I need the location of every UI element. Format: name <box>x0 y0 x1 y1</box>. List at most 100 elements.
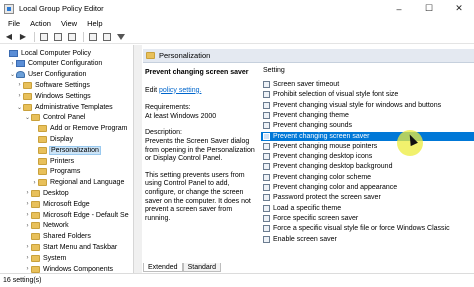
tree-item[interactable]: › Start Menu and Taskbar <box>24 242 117 252</box>
tree-item[interactable]: ⌄ User Configuration <box>9 70 86 80</box>
setting-row[interactable]: Prevent changing screen saver <box>261 131 474 141</box>
toolbar-separator <box>34 31 35 42</box>
tree-item[interactable]: Programs <box>31 167 80 177</box>
setting-label: Prevent changing sounds <box>273 122 352 130</box>
tree-item[interactable]: Add or Remove Program <box>31 124 127 134</box>
tree-item[interactable]: › Microsoft Edge <box>24 199 90 209</box>
expand-toggle-icon[interactable]: › <box>24 255 31 261</box>
tree-item-label: Microsoft Edge - Default Se <box>43 211 129 219</box>
setting-label: Prevent changing screen saver <box>273 132 370 140</box>
setting-label: Load a specific theme <box>273 204 342 212</box>
policy-setting-icon <box>263 122 270 130</box>
setting-row[interactable]: Prevent changing color scheme <box>261 173 474 182</box>
tree-item[interactable]: › Regional and Language <box>31 178 124 188</box>
tree-item[interactable]: › System <box>24 253 66 263</box>
policy-setting-icon <box>263 132 270 140</box>
tree-item[interactable]: › Network <box>24 221 69 231</box>
tree-item-label: Computer Configuration <box>28 60 103 68</box>
expand-toggle-icon[interactable]: › <box>9 61 16 67</box>
back-button[interactable]: ◀ <box>3 31 15 43</box>
up-folder-button[interactable] <box>38 31 50 43</box>
setting-row[interactable]: Prevent changing desktop icons <box>261 152 474 161</box>
expand-toggle-icon[interactable]: › <box>16 93 23 99</box>
setting-row[interactable]: Screen saver timeout <box>261 80 474 89</box>
tree-item[interactable]: ⌄ Administrative Templates <box>16 102 113 112</box>
tree-item[interactable]: › Software Settings <box>16 80 90 90</box>
show-hide-tree-button[interactable] <box>52 31 64 43</box>
setting-row[interactable]: Prevent changing sounds <box>261 121 474 130</box>
policy-setting-icon <box>263 194 270 202</box>
policy-setting-link[interactable]: policy setting. <box>159 87 201 94</box>
export-icon <box>68 32 76 41</box>
expand-toggle-icon[interactable]: ⌄ <box>16 104 23 111</box>
menu-action[interactable]: Action <box>25 19 56 28</box>
tree-item[interactable]: Printers <box>31 156 74 166</box>
filter-button[interactable] <box>115 31 127 43</box>
tree-item-label: Add or Remove Program <box>50 125 128 133</box>
policy-setting-icon <box>263 204 270 212</box>
export-list-button[interactable] <box>66 31 78 43</box>
forward-button[interactable]: ▶ <box>17 31 29 43</box>
tree-item[interactable]: › Desktop <box>24 188 69 198</box>
expand-toggle-icon[interactable]: › <box>24 223 31 229</box>
tree-item[interactable]: › Microsoft Edge - Default Se <box>24 210 129 220</box>
setting-row[interactable]: Prohibit selection of visual style font … <box>261 90 474 99</box>
tree-item-label: Start Menu and Taskbar <box>43 243 118 251</box>
expand-toggle-icon[interactable]: › <box>16 82 23 88</box>
tree-vertical-scrollbar[interactable] <box>134 45 142 273</box>
setting-row[interactable]: Force specific screen saver <box>261 214 474 223</box>
menu-help[interactable]: Help <box>82 19 107 28</box>
tree-item-label: Network <box>43 222 69 230</box>
setting-row[interactable]: Prevent changing desktop background <box>261 162 474 171</box>
tree-item[interactable]: Local Computer Policy <box>2 48 91 58</box>
tree-item[interactable]: Personalization <box>31 145 101 155</box>
setting-label: Prevent changing desktop icons <box>273 153 373 161</box>
expand-toggle-icon[interactable]: › <box>31 180 38 186</box>
user-icon <box>16 71 25 79</box>
minimize-button[interactable]: – <box>384 0 414 17</box>
menu-file[interactable]: File <box>3 19 25 28</box>
setting-row[interactable]: Load a specific theme <box>261 204 474 213</box>
title-bar: Local Group Policy Editor – ☐ ✕ <box>0 0 474 17</box>
tree-item[interactable]: Display <box>31 134 73 144</box>
menu-view[interactable]: View <box>56 19 82 28</box>
setting-row[interactable]: Enable screen saver <box>261 235 474 244</box>
folder-icon <box>23 81 32 89</box>
setting-row[interactable]: Force a specific visual style file or fo… <box>261 224 474 233</box>
expand-toggle-icon[interactable]: › <box>24 244 31 250</box>
setting-label: Prevent changing theme <box>273 111 349 119</box>
expand-toggle-icon[interactable]: › <box>24 190 31 196</box>
tree-item-label: Control Panel <box>43 114 86 122</box>
tree-item-label: Windows Settings <box>35 92 91 100</box>
expand-toggle-icon[interactable]: ⌄ <box>24 114 31 121</box>
setting-column-header[interactable]: Setting <box>263 67 285 74</box>
maximize-button[interactable]: ☐ <box>414 0 444 17</box>
tab-extended[interactable]: Extended <box>143 263 183 272</box>
tree-item[interactable]: › Computer Configuration <box>9 59 102 69</box>
tree-item[interactable]: › Windows Settings <box>16 91 91 101</box>
description-panel: Prevent changing screen saver Edit polic… <box>143 64 261 262</box>
console-tree: Local Computer Policy › Computer Configura… <box>0 45 134 273</box>
tree-item[interactable]: Shared Folders <box>24 232 91 242</box>
setting-row[interactable]: Password protect the screen saver <box>261 193 474 202</box>
properties-button[interactable] <box>101 31 113 43</box>
expand-toggle-icon[interactable]: › <box>24 201 31 207</box>
setting-label: Prevent changing color scheme <box>273 173 372 181</box>
setting-row[interactable]: Prevent changing theme <box>261 111 474 120</box>
expand-toggle-icon[interactable]: › <box>24 266 31 272</box>
setting-label: Enable screen saver <box>273 235 337 243</box>
tab-standard[interactable]: Standard <box>182 263 222 272</box>
expand-toggle-icon[interactable]: ⌄ <box>9 71 16 78</box>
setting-row[interactable]: Prevent changing mouse pointers <box>261 142 474 151</box>
close-button[interactable]: ✕ <box>444 0 474 17</box>
folder-up-icon <box>40 32 48 41</box>
help-button[interactable] <box>87 31 99 43</box>
setting-row[interactable]: Prevent changing color and appearance <box>261 183 474 192</box>
setting-label: Password protect the screen saver <box>273 194 381 202</box>
pc-icon <box>9 49 18 57</box>
expand-toggle-icon[interactable]: › <box>24 212 31 218</box>
tree-item[interactable]: ⌄ Control Panel <box>24 113 85 123</box>
policy-setting-icon <box>263 81 270 88</box>
tree-item[interactable]: › Windows Components <box>24 264 113 273</box>
setting-row[interactable]: Prevent changing visual style for window… <box>261 101 474 110</box>
